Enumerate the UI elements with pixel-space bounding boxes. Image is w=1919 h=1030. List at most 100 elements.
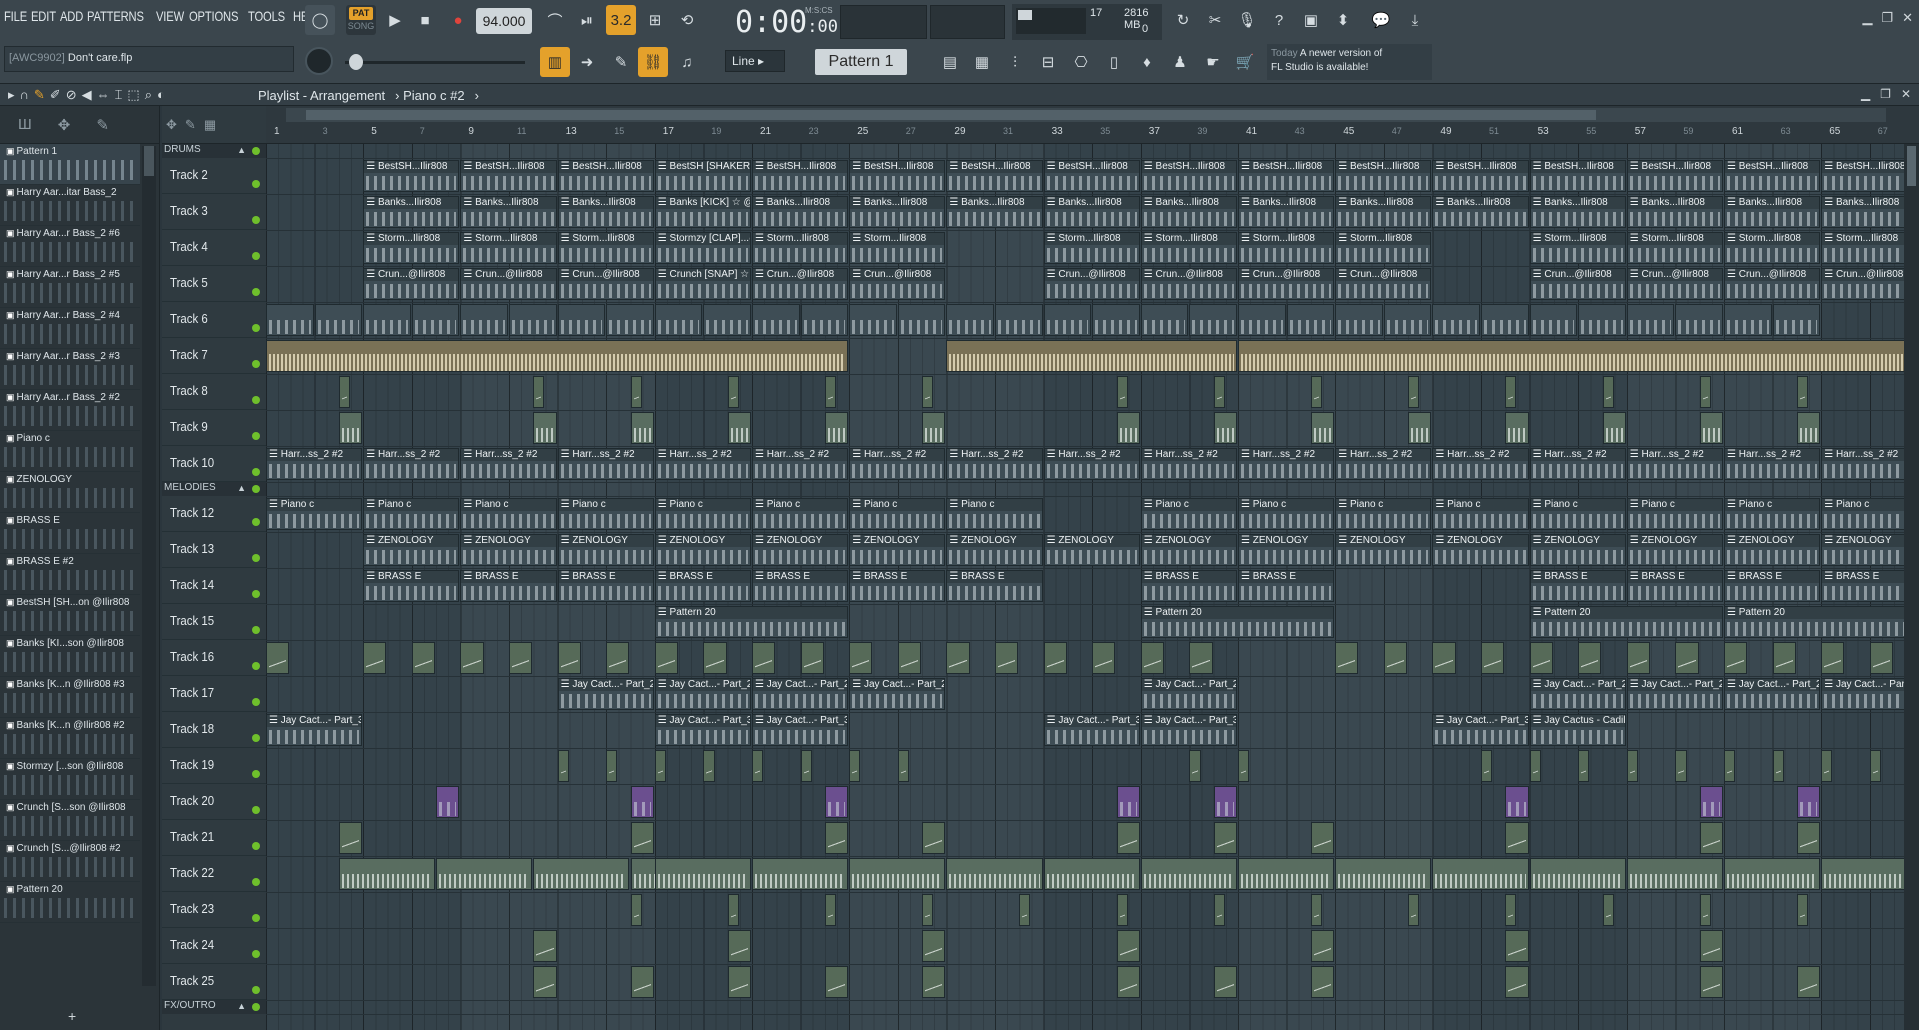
- arrangement-clip[interactable]: ☰ Storm...Ilir808: [557, 232, 654, 264]
- arrangement-clip[interactable]: [266, 642, 290, 674]
- record-button[interactable]: ●: [443, 5, 473, 35]
- track-enable-led[interactable]: [252, 842, 260, 850]
- arrangement-clip[interactable]: ☰ Banks...Ilir808: [557, 196, 654, 228]
- arrangement-clip[interactable]: [1383, 304, 1432, 336]
- arrangement-clip[interactable]: [1238, 858, 1335, 890]
- arrangement-clip[interactable]: [1796, 376, 1809, 408]
- arrangement-clip[interactable]: [727, 412, 751, 444]
- arrangement-clip[interactable]: ☰ Piano c: [1432, 498, 1529, 530]
- track-enable-led[interactable]: [252, 698, 260, 706]
- arrangement-clip[interactable]: ☰ Crun...@Ilir808: [752, 268, 849, 300]
- pattern-selector[interactable]: Pattern 1: [815, 49, 907, 75]
- arrangement-clip[interactable]: [1699, 376, 1711, 408]
- select-tool-icon[interactable]: ⬚: [127, 87, 139, 103]
- arrangement-clip[interactable]: [897, 750, 909, 782]
- arrangement-clip[interactable]: [436, 786, 460, 818]
- arrangement-clip[interactable]: [849, 858, 946, 890]
- arrangement-clip[interactable]: [1505, 376, 1517, 408]
- arrangement-clip[interactable]: ☰ BestSH...Ilir808: [752, 160, 849, 192]
- channel-rack-icon[interactable]: ▦: [967, 47, 997, 77]
- arrangement-clip[interactable]: [1043, 304, 1092, 336]
- arrangement-clip[interactable]: [1772, 750, 1784, 782]
- arrangement-clip[interactable]: ☰ Harr...ss_2 #2: [946, 448, 1043, 480]
- arrangement-vertical-scrollbar[interactable]: [1904, 144, 1919, 1030]
- arrangement-clip[interactable]: ☰ BestSH...Ilir808: [1238, 160, 1335, 192]
- arrangement-clip[interactable]: [411, 642, 436, 674]
- arrangement-clip[interactable]: [266, 340, 849, 372]
- arrangement-clip[interactable]: [849, 642, 873, 674]
- arrangement-clip[interactable]: ☰ Piano c: [1529, 498, 1626, 530]
- track-header[interactable]: Track 19: [162, 748, 266, 784]
- arrangement-clip[interactable]: ☰ Pattern 20: [1140, 606, 1335, 638]
- arrangement-clip[interactable]: ☰ Harr...ss_2 #2: [1821, 448, 1904, 480]
- track-header[interactable]: Track 2: [162, 158, 266, 194]
- arrangement-clip[interactable]: [1481, 750, 1493, 782]
- arrangement-clip[interactable]: [824, 412, 849, 444]
- arrangement-clip[interactable]: [922, 966, 946, 998]
- arrangement-clip[interactable]: [1699, 822, 1723, 854]
- arrangement-clip[interactable]: [1335, 304, 1383, 336]
- arrangement-clip[interactable]: ☰ BestSH...Ilir808: [557, 160, 654, 192]
- arrangement-clip[interactable]: ☰ Jay Cact...- Part_2: [1626, 678, 1723, 710]
- arrangement-clip[interactable]: ☰ Piano c: [1724, 498, 1821, 530]
- track-enable-led[interactable]: [252, 288, 260, 296]
- arrangement-clip[interactable]: [533, 858, 630, 890]
- track-header[interactable]: Track 18: [162, 712, 266, 748]
- picker-item[interactable]: ▣ BestSH [SH...on @Ilir808: [0, 595, 140, 636]
- arrangement-clip[interactable]: ☰ Harr...ss_2 #2: [752, 448, 849, 480]
- arrangement-clip[interactable]: ☰ BRASS E: [752, 570, 849, 602]
- arrangement-clip[interactable]: [1432, 304, 1480, 336]
- arrangement-clip[interactable]: ☰ Jay Cact...- Part_2: [849, 678, 946, 710]
- menu-patterns[interactable]: PATTERNS: [87, 8, 144, 24]
- arrangement-clip[interactable]: ☰ ZENOLOGY: [946, 534, 1043, 566]
- arrangement-clip[interactable]: [1310, 894, 1323, 926]
- arrangement-clip[interactable]: ☰ Storm...Ilir808: [1335, 232, 1432, 264]
- arrangement-clip[interactable]: ☰ ZENOLOGY: [1529, 534, 1626, 566]
- arrangement-clip[interactable]: [1699, 786, 1723, 818]
- picker-add-icon[interactable]: +: [68, 1008, 76, 1024]
- piano-roll-icon[interactable]: ▤: [935, 47, 965, 77]
- arrangement-clip[interactable]: ☰ Harr...ss_2 #2: [363, 448, 460, 480]
- arrangement-clip[interactable]: [1578, 642, 1602, 674]
- arrangement-clip[interactable]: [824, 376, 837, 408]
- arrangement-clip[interactable]: ☰ Pattern 20: [1724, 606, 1904, 638]
- arrangement-clip[interactable]: [557, 642, 581, 674]
- render-icon[interactable]: ⬍: [1328, 5, 1358, 35]
- arrangement-clip[interactable]: ☰ Harr...ss_2 #2: [849, 448, 946, 480]
- piano-icon[interactable]: Ш: [18, 116, 32, 133]
- arrangement-clip[interactable]: [338, 858, 436, 890]
- loop-record-icon[interactable]: ⟲: [672, 5, 702, 35]
- arrangement-clip[interactable]: ☰ Harr...ss_2 #2: [1724, 448, 1821, 480]
- picker-item[interactable]: ▣ Piano c: [0, 431, 140, 472]
- help-icon[interactable]: ?: [1264, 5, 1294, 35]
- arrangement-clip[interactable]: ☰ Jay Cact...- Part_2: [752, 678, 849, 710]
- arrangement-clip[interactable]: [1140, 642, 1165, 674]
- arrangement-clip[interactable]: [606, 642, 630, 674]
- arrangement-clip[interactable]: [1213, 376, 1225, 408]
- microphone-icon[interactable]: 🎙: [1232, 5, 1262, 35]
- track-enable-led[interactable]: [252, 878, 260, 886]
- arrangement-clip[interactable]: [1505, 412, 1529, 444]
- arrangement-clip[interactable]: ☰ Harr...ss_2 #2: [654, 448, 751, 480]
- menu-tools[interactable]: TOOLS: [248, 8, 285, 24]
- picker-item[interactable]: ▣ Harry Aar...itar Bass_2: [0, 185, 140, 226]
- arrangement-clip[interactable]: [946, 858, 1043, 890]
- arrangement-clip[interactable]: [824, 894, 837, 926]
- tempo-display[interactable]: 94.000: [476, 8, 532, 34]
- arrangement-clip[interactable]: ☰ ZENOLOGY: [363, 534, 460, 566]
- arrangement-clip[interactable]: [1432, 642, 1456, 674]
- arrangement-clip[interactable]: [727, 930, 751, 962]
- arrangement-clip[interactable]: ☰ ZENOLOGY: [557, 534, 654, 566]
- arrangement-clip[interactable]: [824, 966, 849, 998]
- arrangement-clip[interactable]: [703, 642, 727, 674]
- arrangement-clip[interactable]: ☰ Jay Cact...- Part_2: [1724, 678, 1821, 710]
- arrangement-clip[interactable]: ☰ Jay Cact...- Part_2: [557, 678, 654, 710]
- arrangement-clip[interactable]: ☰ Banks...Ilir808: [752, 196, 849, 228]
- picker-item[interactable]: ▣ Banks [K...n @Ilir808 #3: [0, 677, 140, 718]
- track-enable-led[interactable]: [252, 360, 260, 368]
- menu-edit[interactable]: EDIT: [31, 8, 56, 24]
- arrangement-clip[interactable]: ☰ Banks...Ilir808: [1529, 196, 1626, 228]
- track-group-header[interactable]: DRUMS ▲: [162, 144, 266, 158]
- track-header[interactable]: Track 7: [162, 338, 266, 374]
- arrangement-clip[interactable]: [630, 376, 642, 408]
